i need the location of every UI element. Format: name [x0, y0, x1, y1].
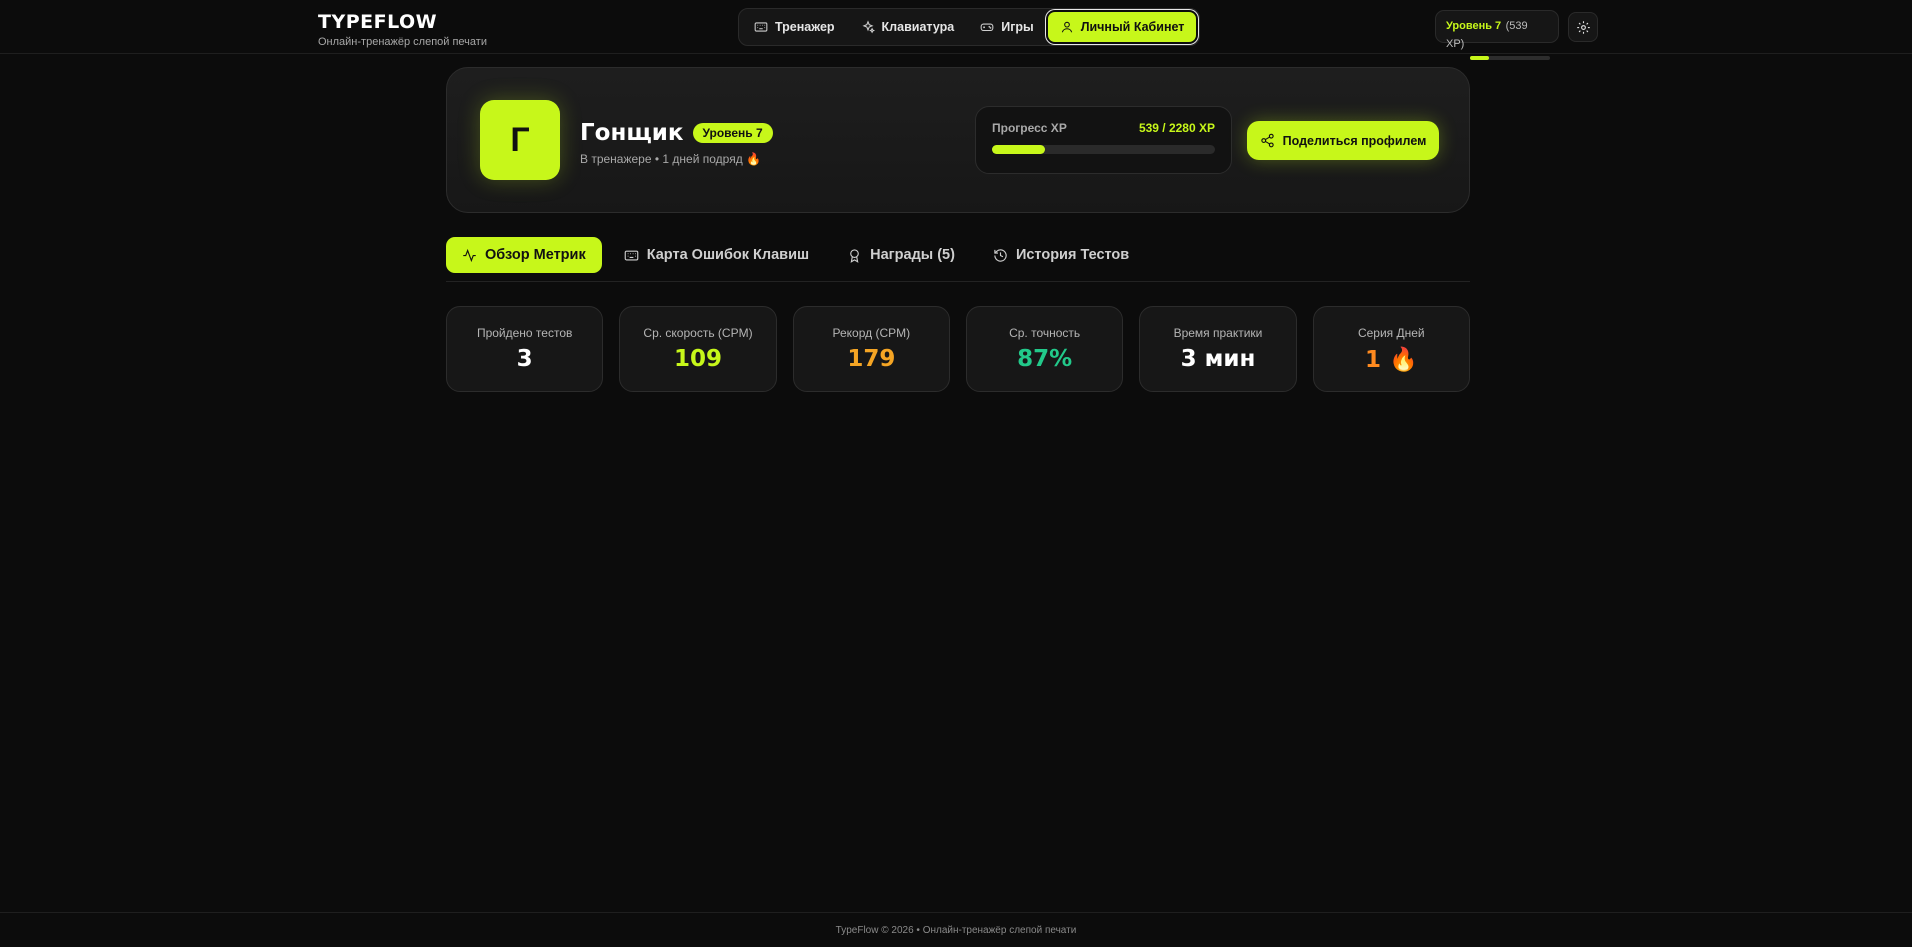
footer: TypeFlow © 2026 • Онлайн-тренажёр слепой… — [0, 912, 1912, 947]
tab-label: Карта Ошибок Клавиш — [646, 247, 810, 263]
metrics-grid: Пройдено тестов 3 Ср. скорость (CPM) 109… — [446, 306, 1470, 392]
metric-label: Рекорд (CPM) — [832, 326, 911, 340]
share-icon — [1260, 133, 1274, 148]
profile-subtitle: В тренажере • 1 дней подряд 🔥 — [580, 152, 761, 166]
tab-label: История Тестов — [1015, 247, 1130, 263]
header-level-progress-fill — [1470, 56, 1490, 60]
header-level-pill[interactable]: Уровень 7 (539 XP) — [1435, 10, 1559, 60]
profile-name-row: Гонщик Уровень 7 — [580, 120, 773, 146]
sparkles-icon — [862, 20, 875, 34]
avatar: Г — [480, 100, 560, 180]
metric-card-practice-time: Время практики 3 мин — [1139, 306, 1297, 392]
share-profile-label: Поделиться профилем — [1282, 133, 1427, 148]
top-header: TYPEFLOW Онлайн-тренажёр слепой печати Т… — [0, 0, 1912, 60]
xp-progress-fill — [992, 145, 1045, 154]
award-icon — [850, 248, 859, 263]
header-level-label: Уровень 7 — [1446, 20, 1502, 32]
metric-card-tests-completed: Пройдено тестов 3 — [446, 306, 604, 392]
metric-value: 87% — [1017, 346, 1073, 372]
nav-item-keyboard[interactable]: Клавиатура — [849, 12, 967, 42]
metric-value: 179 — [847, 346, 896, 372]
brand-title: TYPEFLOW — [318, 11, 438, 33]
profile-card: Г Гонщик Уровень 7 В тренажере • 1 дней … — [446, 67, 1470, 213]
profile-name: Гонщик — [580, 120, 684, 146]
nav-item-label: Клавиатура — [881, 20, 955, 34]
tab-label: Обзор Метрик — [485, 247, 586, 263]
header-level-progress — [1470, 56, 1550, 60]
nav-item-trainer[interactable]: Тренажер — [742, 12, 847, 42]
nav-item-label: Игры — [1001, 20, 1034, 34]
tab-key-error-map[interactable]: Карта Ошибок Клавиш — [608, 237, 825, 273]
gamepad-icon — [980, 23, 994, 32]
nav-item-games[interactable]: Игры — [968, 12, 1046, 42]
metric-label: Ср. точность — [1009, 326, 1081, 340]
nav-item-profile[interactable]: Личный Кабинет — [1047, 12, 1197, 42]
xp-progress-box: Прогресс XP 539 / 2280 XP — [975, 106, 1232, 174]
history-icon — [994, 248, 1007, 262]
metric-card-day-streak: Серия Дней 1 🔥 — [1312, 306, 1470, 392]
tab-test-history[interactable]: История Тестов — [977, 237, 1145, 273]
share-profile-button[interactable]: Поделиться профилем — [1247, 121, 1439, 160]
tab-awards[interactable]: Награды (5) — [831, 237, 971, 273]
metric-value: 3 — [516, 346, 533, 372]
activity-icon — [463, 248, 476, 262]
metric-label: Время практики — [1173, 326, 1263, 340]
user-icon — [1061, 21, 1072, 33]
metric-label: Пройдено тестов — [476, 326, 573, 340]
nav-item-label: Личный Кабинет — [1080, 20, 1185, 34]
metric-label: Серия Дней — [1357, 325, 1425, 340]
nav-item-label: Тренажер — [775, 20, 835, 34]
metric-label: Ср. скорость (CPM) — [643, 326, 753, 340]
metric-card-avg-accuracy: Ср. точность 87% — [965, 306, 1124, 392]
fire-icon: 🔥 — [746, 152, 761, 166]
tab-label: Награды (5) — [870, 247, 955, 263]
keyboard-icon — [754, 22, 768, 32]
metric-card-record: Рекорд (CPM) 179 — [792, 306, 950, 392]
keyboard-icon — [624, 250, 639, 260]
metric-value: 109 — [673, 346, 722, 372]
level-badge: Уровень 7 — [692, 123, 773, 143]
gear-icon — [1576, 20, 1590, 34]
tab-metrics-overview[interactable]: Обзор Метрик — [446, 237, 602, 273]
xp-progress-bar — [992, 145, 1215, 154]
metric-card-avg-speed: Ср. скорость (CPM) 109 — [619, 306, 777, 392]
brand-subtitle: Онлайн-тренажёр слепой печати — [318, 36, 487, 48]
metric-value: 3 мин — [1180, 346, 1256, 372]
profile-streak-text: В тренажере • 1 дней подряд — [580, 152, 743, 166]
footer-text: TypeFlow © 2026 • Онлайн-тренажёр слепой… — [835, 924, 1077, 936]
xp-progress-label: Прогресс XP — [992, 121, 1067, 135]
xp-progress-value: 539 / 2280 XP — [1138, 121, 1215, 135]
settings-button[interactable] — [1568, 12, 1598, 42]
metric-value: 1 🔥 — [1364, 346, 1418, 373]
brand[interactable]: TYPEFLOW Онлайн-тренажёр слепой печати — [318, 11, 487, 48]
main-nav: Тренажер Клавиатура Игры Личный Кабинет — [738, 8, 1201, 46]
profile-tabs: Обзор Метрик Карта Ошибок Клавиш Награды… — [446, 237, 1470, 282]
